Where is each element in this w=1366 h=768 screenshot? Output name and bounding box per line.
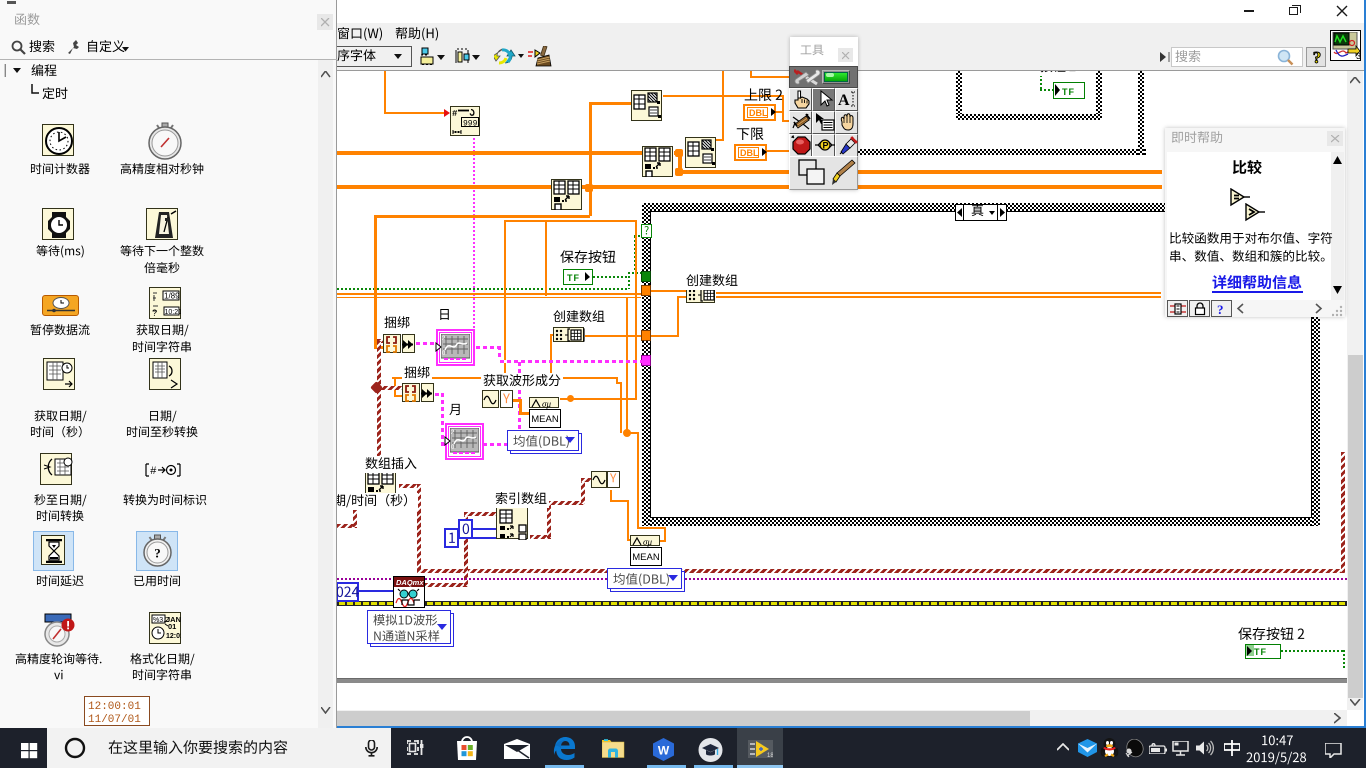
svg-text:DBL: DBL: [740, 148, 759, 158]
svg-text:12:00:01: 12:00:01: [88, 701, 141, 713]
svg-text:DAQmx: DAQmx: [396, 578, 424, 587]
svg-text:σμ: σμ: [542, 399, 551, 409]
svg-text:01: 01: [168, 622, 176, 631]
svg-text:12:01: 12:01: [166, 633, 181, 640]
svg-text:DBL: DBL: [749, 108, 768, 118]
svg-text:3: 3: [1356, 51, 1360, 60]
svg-text:σμ: σμ: [643, 537, 652, 547]
svg-text:?: ?: [154, 546, 161, 561]
svg-text:#: #: [452, 109, 458, 119]
svg-text:#: #: [150, 466, 157, 477]
svg-text:P: P: [823, 141, 829, 151]
svg-text:18: 18: [767, 753, 773, 758]
svg-text:1/89: 1/89: [164, 292, 180, 301]
svg-text:11/07/01: 11/07/01: [88, 714, 141, 724]
svg-text:999: 999: [463, 120, 478, 129]
svg-text:TF: TF: [1254, 647, 1267, 657]
svg-text:?: ?: [1217, 302, 1224, 317]
svg-text:TF: TF: [567, 273, 580, 283]
svg-text:MEAN: MEAN: [632, 552, 660, 563]
svg-text:W: W: [658, 744, 670, 758]
svg-text:A: A: [838, 92, 850, 109]
svg-text:?: ?: [152, 308, 157, 318]
svg-text:MEAN: MEAN: [531, 414, 559, 425]
svg-text:TF: TF: [1062, 87, 1075, 97]
svg-text:?: ?: [1313, 48, 1322, 67]
svg-text:10:21: 10:21: [165, 309, 182, 316]
